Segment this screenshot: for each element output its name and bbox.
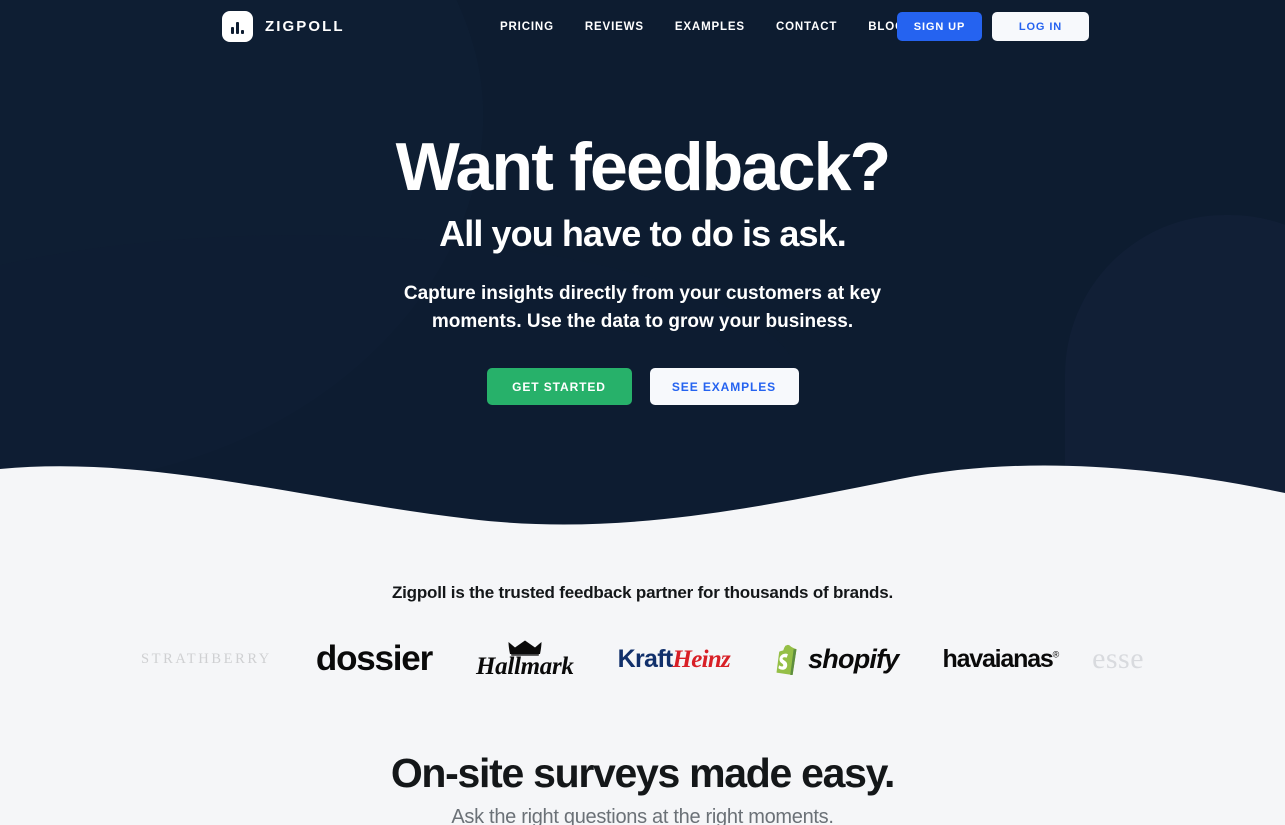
nav-actions: SIGN UP LOG IN bbox=[897, 12, 1089, 41]
brand-logo-esse: esse bbox=[1092, 635, 1144, 683]
see-examples-button[interactable]: SEE EXAMPLES bbox=[649, 368, 799, 405]
dossier-wordmark: dossier bbox=[315, 639, 433, 678]
get-started-button[interactable]: GET STARTED bbox=[486, 368, 632, 405]
features-heading-group: On-site surveys made easy. Ask the right… bbox=[0, 747, 1285, 825]
sign-up-button[interactable]: SIGN UP bbox=[897, 12, 982, 41]
features-title: On-site surveys made easy. bbox=[390, 750, 896, 796]
heinz-wordmark: Heinz bbox=[672, 645, 731, 673]
hero-title: Want feedback? bbox=[395, 129, 892, 205]
trust-heading: Zigpoll is the trusted feedback partner … bbox=[391, 583, 894, 602]
features-subtitle: Ask the right questions at the right mom… bbox=[451, 806, 834, 825]
brand-logo-kraftheinz: KraftHeinz bbox=[617, 635, 731, 683]
nav-item-examples[interactable]: EXAMPLES bbox=[675, 21, 745, 33]
hero-content: Want feedback? All you have to do is ask… bbox=[0, 0, 1285, 405]
strathberry-wordmark: STRATHBERRY bbox=[140, 650, 272, 667]
brand-logo-dossier: dossier bbox=[315, 635, 433, 683]
hero-section: ZIGPOLL PRICING REVIEWS EXAMPLES CONTACT… bbox=[0, 0, 1285, 535]
hero-subtitle: All you have to do is ask. bbox=[439, 213, 847, 254]
nav-item-reviews[interactable]: REVIEWS bbox=[585, 21, 644, 33]
social-proof-section: Zigpoll is the trusted feedback partner … bbox=[0, 535, 1285, 825]
brand-logo-shopify: shopify bbox=[774, 635, 899, 683]
brand-logo-link[interactable]: ZIGPOLL bbox=[222, 11, 345, 42]
brand-logo-row: STRATHBERRY dossier Hallmark KraftHeinz bbox=[0, 629, 1285, 689]
log-in-button[interactable]: LOG IN bbox=[992, 12, 1089, 41]
landing-page: ZIGPOLL PRICING REVIEWS EXAMPLES CONTACT… bbox=[0, 0, 1285, 825]
bar-chart-logo-icon bbox=[222, 11, 253, 42]
hero-cta-group: GET STARTED SEE EXAMPLES bbox=[0, 368, 1285, 405]
nav-item-contact[interactable]: CONTACT bbox=[776, 21, 837, 33]
brand-logo-havaianas: havaianas® bbox=[942, 635, 1060, 683]
shopify-bag-icon bbox=[776, 644, 797, 675]
havaianas-wordmark: havaianas bbox=[942, 644, 1054, 673]
top-navigation-bar: ZIGPOLL PRICING REVIEWS EXAMPLES CONTACT… bbox=[0, 0, 1285, 53]
brand-logo-strathberry: STRATHBERRY bbox=[141, 635, 272, 683]
hero-description: Capture insights directly from your cust… bbox=[403, 283, 882, 332]
esse-wordmark: esse bbox=[1092, 642, 1145, 675]
kraft-wordmark: Kraft bbox=[617, 644, 674, 673]
brand-name: ZIGPOLL bbox=[265, 18, 345, 35]
nav-item-pricing[interactable]: PRICING bbox=[500, 21, 554, 33]
brand-logo-hallmark: Hallmark bbox=[476, 635, 574, 683]
wave-divider bbox=[0, 465, 1285, 535]
nav-links: PRICING REVIEWS EXAMPLES CONTACT BLOG bbox=[500, 21, 905, 33]
shopify-wordmark: shopify bbox=[808, 643, 899, 674]
hallmark-wordmark: Hallmark bbox=[476, 653, 574, 680]
registered-trademark-icon: ® bbox=[1052, 649, 1060, 660]
